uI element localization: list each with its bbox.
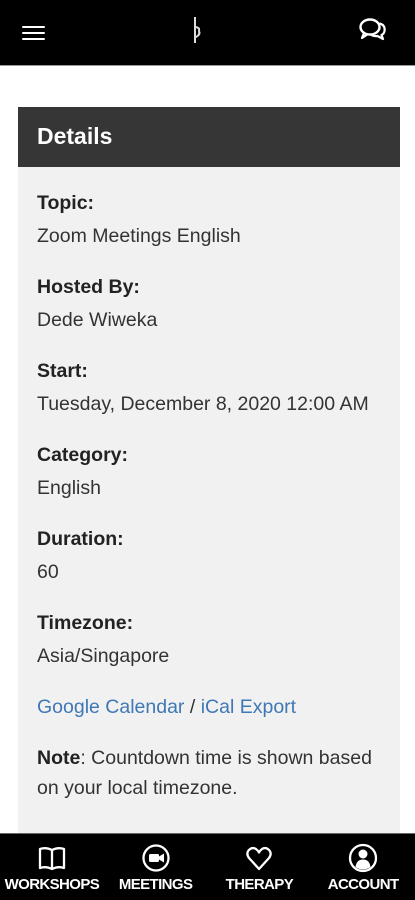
nav-therapy-label: THERAPY	[225, 876, 294, 893]
user-icon	[348, 843, 378, 873]
book-icon	[38, 847, 66, 871]
nav-workshops[interactable]: WORKSHOPS	[0, 834, 104, 900]
note-label: Note	[37, 747, 81, 769]
nav-account[interactable]: ACCOUNT	[311, 834, 415, 900]
timezone-value: Asia/Singapore	[37, 645, 170, 667]
details-card: Details Topic: Zoom Meetings English Hos…	[18, 107, 400, 847]
topic-label: Topic:	[37, 192, 95, 214]
nav-meetings-label: MEETINGS	[118, 876, 193, 893]
timezone-label: Timezone:	[37, 612, 134, 634]
timezone-field: Timezone: Asia/Singapore	[37, 607, 381, 672]
heart-icon	[246, 846, 273, 871]
nav-workshops-label: WORKSHOPS	[4, 876, 100, 893]
duration-field: Duration: 60	[37, 523, 381, 588]
link-separator: /	[184, 696, 201, 718]
topic-field: Topic: Zoom Meetings English	[37, 187, 381, 252]
ical-export-link[interactable]: iCal Export	[201, 696, 296, 718]
chat-bubbles-icon[interactable]	[359, 17, 387, 43]
google-calendar-link[interactable]: Google Calendar	[37, 696, 184, 718]
start-field: Start: Tuesday, December 8, 2020 12:00 A…	[37, 355, 381, 420]
calendar-links: Google Calendar / iCal Export	[37, 691, 381, 723]
duration-label: Duration:	[37, 528, 124, 550]
category-field: Category: English	[37, 439, 381, 504]
hamburger-icon[interactable]	[22, 26, 45, 40]
details-title: Details	[18, 107, 400, 167]
hosted-by-label: Hosted By:	[37, 276, 140, 298]
note-text: : Countdown time is shown based on your …	[37, 747, 372, 799]
nav-therapy[interactable]: THERAPY	[208, 834, 312, 900]
top-app-bar	[0, 0, 415, 66]
start-label: Start:	[37, 360, 88, 382]
hosted-by-field: Hosted By: Dede Wiweka	[37, 271, 381, 336]
details-body: Topic: Zoom Meetings English Hosted By: …	[18, 167, 400, 803]
topic-value: Zoom Meetings English	[37, 225, 241, 247]
duration-value: 60	[37, 561, 59, 583]
bottom-nav: WORKSHOPS MEETINGS THERAPY ACCOUNT	[0, 833, 415, 900]
hosted-by-value: Dede Wiweka	[37, 309, 158, 331]
start-value: Tuesday, December 8, 2020 12:00 AM	[37, 393, 369, 415]
nav-account-label: ACCOUNT	[327, 876, 399, 893]
video-camera-icon	[141, 844, 170, 872]
category-value: English	[37, 477, 101, 499]
nav-meetings[interactable]: MEETINGS	[104, 834, 208, 900]
category-label: Category:	[37, 444, 129, 466]
countdown-note: Note: Countdown time is shown based on y…	[37, 743, 381, 803]
brand-logo	[194, 17, 201, 43]
